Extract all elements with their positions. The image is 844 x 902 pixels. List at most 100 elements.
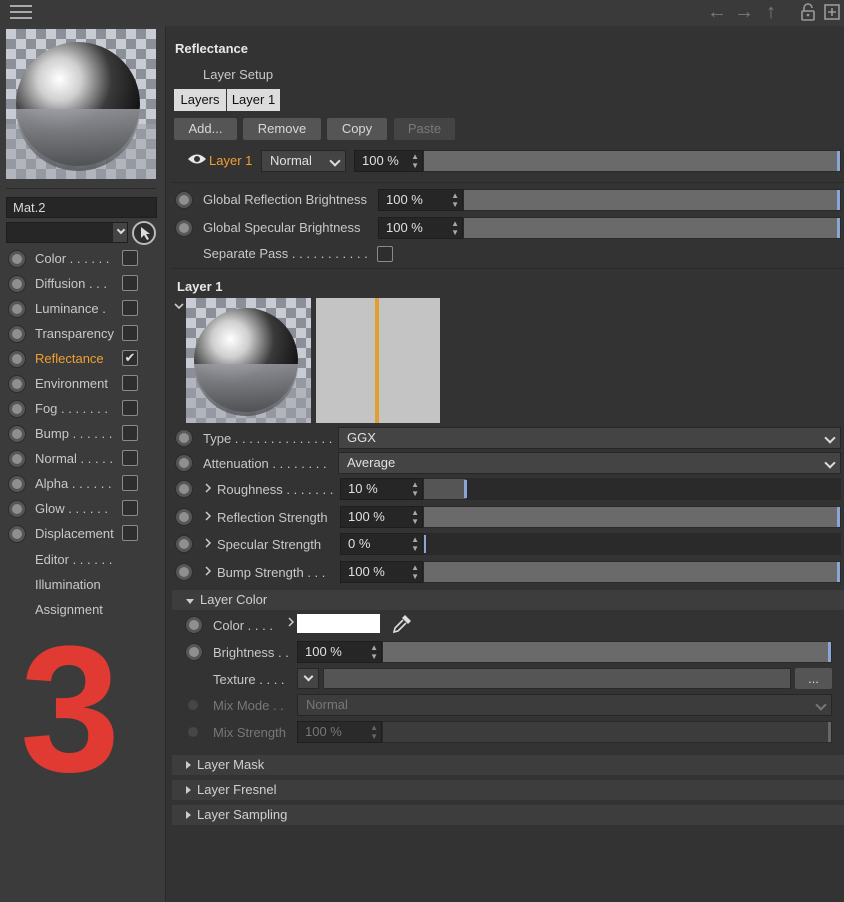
animate-radio[interactable] <box>175 535 193 553</box>
layer-opacity-slider[interactable] <box>423 150 841 172</box>
channel-checkbox[interactable] <box>122 300 138 316</box>
chevron-right-icon[interactable] <box>287 616 295 631</box>
animate-radio[interactable] <box>8 475 26 493</box>
channel-item[interactable]: Color . . . . . . <box>0 247 166 270</box>
remove-button[interactable]: Remove <box>243 118 321 140</box>
channel-checkbox[interactable] <box>122 525 138 541</box>
animate-radio[interactable] <box>8 300 26 318</box>
channel-item[interactable]: Diffusion . . . <box>0 272 166 295</box>
animate-radio[interactable] <box>8 400 26 418</box>
animate-radio[interactable] <box>185 643 203 661</box>
animate-radio[interactable] <box>8 375 26 393</box>
sidebar-extra-item[interactable]: Illumination <box>35 577 101 592</box>
back-arrow-icon[interactable]: ← <box>707 2 727 22</box>
animate-radio[interactable] <box>175 454 193 472</box>
specular-strength-slider[interactable] <box>423 533 841 555</box>
channel-item[interactable]: Bump . . . . . . <box>0 422 166 445</box>
channel-item[interactable]: Glow . . . . . . <box>0 497 166 520</box>
material-name-field[interactable]: Mat.2 <box>6 197 157 218</box>
texture-field[interactable] <box>323 668 791 689</box>
color-swatch[interactable] <box>297 614 380 633</box>
animate-radio[interactable] <box>175 219 193 237</box>
spinner-icon[interactable]: ▲ ▼ <box>451 219 459 237</box>
bump-strength-slider[interactable] <box>423 561 841 583</box>
channel-checkbox[interactable] <box>122 375 138 391</box>
global-specular-slider[interactable] <box>463 217 841 239</box>
spinner-icon[interactable]: ▲ ▼ <box>370 643 378 661</box>
spinner-icon[interactable]: ▲ ▼ <box>411 508 419 526</box>
reflection-strength-slider[interactable] <box>423 506 841 528</box>
eye-icon[interactable] <box>187 152 207 166</box>
bump-strength-field[interactable]: 100 % ▲ ▼ <box>340 561 423 583</box>
mix-strength-slider[interactable] <box>382 721 832 743</box>
channel-checkbox[interactable] <box>122 250 138 266</box>
global-specular-field[interactable]: 100 % ▲ ▼ <box>378 217 463 239</box>
roughness-slider[interactable] <box>423 478 841 500</box>
animate-radio[interactable] <box>175 563 193 581</box>
lock-icon[interactable] <box>799 2 817 22</box>
channel-checkbox[interactable]: ✔ <box>122 350 138 366</box>
separate-pass-checkbox[interactable] <box>377 246 393 262</box>
eyedropper-icon[interactable] <box>390 612 414 636</box>
animate-radio[interactable] <box>8 275 26 293</box>
chevron-right-icon[interactable] <box>204 482 212 497</box>
chevron-right-icon[interactable] <box>204 510 212 525</box>
chevron-down-icon[interactable] <box>174 299 184 310</box>
animate-radio[interactable] <box>8 525 26 543</box>
paste-button[interactable]: Paste <box>394 118 455 140</box>
sidebar-extra-item[interactable]: Editor . . . . . . <box>35 552 112 567</box>
tab-layer-1[interactable]: Layer 1 <box>227 89 280 111</box>
brightness-slider[interactable] <box>382 641 832 663</box>
animate-radio[interactable] <box>8 500 26 518</box>
mix-mode-dropdown[interactable]: Normal <box>297 694 832 716</box>
animate-radio[interactable] <box>8 325 26 343</box>
spinner-icon[interactable]: ▲ ▼ <box>411 563 419 581</box>
type-dropdown[interactable]: GGX <box>338 427 841 449</box>
channel-item[interactable]: Environment <box>0 372 166 395</box>
channel-item[interactable]: Alpha . . . . . . <box>0 472 166 495</box>
roughness-field[interactable]: 10 % ▲ ▼ <box>340 478 423 500</box>
copy-button[interactable]: Copy <box>327 118 387 140</box>
layer-sampling-section[interactable]: Layer Sampling <box>172 805 844 825</box>
animate-radio[interactable] <box>8 350 26 368</box>
channel-checkbox[interactable] <box>122 500 138 516</box>
reflection-strength-field[interactable]: 100 % ▲ ▼ <box>340 506 423 528</box>
channel-item[interactable]: Transparency <box>0 322 166 345</box>
animate-radio[interactable] <box>175 191 193 209</box>
global-reflection-slider[interactable] <box>463 189 841 211</box>
channel-item[interactable]: Luminance . <box>0 297 166 320</box>
animate-radio[interactable] <box>8 450 26 468</box>
spinner-icon[interactable]: ▲ ▼ <box>451 191 459 209</box>
animate-radio[interactable] <box>8 250 26 268</box>
layer-fresnel-section[interactable]: Layer Fresnel <box>172 780 844 800</box>
spinner-icon[interactable]: ▲ ▼ <box>411 152 419 170</box>
channel-checkbox[interactable] <box>122 275 138 291</box>
channel-checkbox[interactable] <box>122 450 138 466</box>
channel-checkbox[interactable] <box>122 400 138 416</box>
texture-menu-button[interactable] <box>297 668 319 689</box>
forward-arrow-icon[interactable]: → <box>734 2 754 22</box>
chevron-right-icon[interactable] <box>204 565 212 580</box>
layer-name[interactable]: Layer 1 <box>209 153 252 168</box>
channel-checkbox[interactable] <box>122 325 138 341</box>
texture-browse-button[interactable]: ... <box>795 668 832 689</box>
blend-mode-dropdown[interactable]: Normal <box>261 150 346 172</box>
up-arrow-icon[interactable]: ↑ <box>766 2 776 22</box>
material-preview[interactable] <box>6 29 156 179</box>
tab-layers[interactable]: Layers <box>174 89 226 111</box>
mix-strength-field[interactable]: 100 % ▲ ▼ <box>297 721 382 743</box>
channel-checkbox[interactable] <box>122 475 138 491</box>
spinner-icon[interactable]: ▲ ▼ <box>370 723 378 741</box>
channel-item[interactable]: Displacement <box>0 522 166 545</box>
spinner-icon[interactable]: ▲ ▼ <box>411 480 419 498</box>
layer-color-section[interactable]: Layer Color <box>172 590 844 610</box>
channel-item[interactable]: Normal . . . . . <box>0 447 166 470</box>
menu-icon[interactable] <box>10 5 32 21</box>
add-button[interactable]: Add... <box>174 118 237 140</box>
specular-strength-field[interactable]: 0 % ▲ ▼ <box>340 533 423 555</box>
attenuation-dropdown[interactable]: Average <box>338 452 841 474</box>
pick-cursor-icon[interactable] <box>132 221 156 245</box>
channel-item[interactable]: Reflectance ✔ <box>0 347 166 370</box>
channel-item[interactable]: Fog . . . . . . . <box>0 397 166 420</box>
animate-radio[interactable] <box>185 616 203 634</box>
